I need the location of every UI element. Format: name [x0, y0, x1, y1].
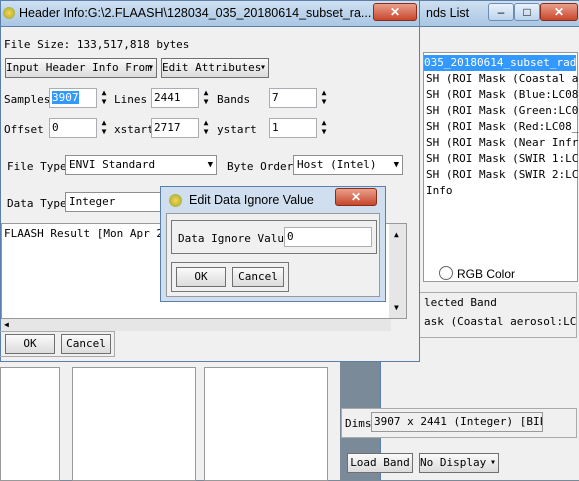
band-list-item[interactable]: SH (ROI Mask (Coastal a — [426, 71, 578, 87]
offset-label: Offset — [4, 123, 44, 136]
close-button[interactable]: ✕ — [540, 3, 578, 21]
ignore-value-label: Data Ignore Value — [178, 232, 291, 245]
file-size-label: File Size: 133,517,818 bytes — [4, 38, 190, 51]
dialog-button-row: OK Cancel — [171, 262, 289, 292]
xstart-spinner[interactable]: ▲ ▼ — [199, 118, 213, 138]
selected-band-value: ask (Coastal aerosol:LC — [424, 315, 577, 328]
header-info-titlebar[interactable]: Header Info:G:\2.FLAASH\128034_035_20180… — [0, 0, 420, 27]
dims-label: Dims — [345, 417, 372, 430]
selected-band-group: lected Band ask (Coastal aerosol:LC — [407, 292, 577, 338]
background-pane — [204, 367, 328, 481]
dims-value: 3907 x 2441 (Integer) [BIL] — [371, 412, 543, 432]
lines-label: Lines — [114, 93, 148, 106]
band-list-item[interactable]: SH (ROI Mask (Green:LC0 — [426, 103, 578, 119]
rgb-color-label: RGB Color — [457, 267, 516, 281]
band-list-item[interactable]: SH (ROI Mask (SWIR 2:LC — [426, 167, 578, 183]
header-info-title: Header Info:G:\2.FLAASH\128034_035_20180… — [19, 6, 372, 20]
dialog-ok-button[interactable]: OK — [176, 267, 226, 287]
offset-spinner[interactable]: ▲ ▼ — [97, 118, 111, 138]
file-type-label: File Type — [7, 160, 67, 173]
bands-field[interactable]: 7 — [269, 88, 317, 108]
band-list-item[interactable]: SH (ROI Mask (SWIR 1:LC — [426, 151, 578, 167]
ystart-spinner[interactable]: ▲ ▼ — [317, 118, 331, 138]
close-button[interactable]: ✕ — [335, 188, 377, 206]
minimize-button[interactable]: – — [488, 3, 514, 21]
chevron-down-icon: ▼ — [207, 160, 213, 170]
samples-label: Samples — [4, 93, 51, 106]
ignore-value-input[interactable]: 0 — [284, 227, 372, 247]
bands-label: Bands — [217, 93, 251, 106]
scroll-left-icon[interactable]: ◀ — [4, 319, 9, 331]
xstart-label: xstart — [114, 123, 154, 136]
data-type-label: Data Type — [7, 197, 67, 210]
input-header-info-button[interactable]: Input Header Info From — [5, 58, 157, 78]
chevron-down-icon: ▼ — [393, 160, 399, 170]
maximize-button[interactable]: □ — [514, 3, 540, 21]
no-display-button[interactable]: No Display — [419, 453, 499, 473]
band-list-item[interactable]: SH (ROI Mask (Red:LC08_ — [426, 119, 578, 135]
lines-spinner[interactable]: ▲ ▼ — [199, 88, 213, 108]
band-list-item[interactable]: Info — [426, 183, 453, 199]
selected-band-label: lected Band — [424, 296, 497, 309]
ignore-value-group: Data Ignore Value 0 — [171, 220, 377, 254]
dialog-titlebar[interactable]: Edit Data Ignore Value ✕ — [161, 187, 385, 213]
band-list-item[interactable]: SH (ROI Mask (Near Infr — [426, 135, 578, 151]
byte-order-label: Byte Order — [227, 160, 294, 173]
cancel-button[interactable]: Cancel — [61, 334, 111, 354]
background-pane — [72, 367, 196, 481]
load-band-button[interactable]: Load Band — [347, 453, 413, 473]
samples-field[interactable]: 3907 — [49, 88, 97, 108]
ystart-label: ystart — [217, 123, 257, 136]
file-type-select[interactable]: ENVI Standard ▼ — [65, 155, 217, 175]
samples-spinner[interactable]: ▲ ▼ — [97, 88, 111, 108]
bands-spinner[interactable]: ▲ ▼ — [317, 88, 331, 108]
scroll-down-icon[interactable]: ▼ — [394, 303, 399, 312]
background-window-area — [0, 360, 340, 481]
band-list-item[interactable]: 035_20180614_subset_rad — [424, 55, 577, 71]
xstart-field[interactable]: 2717 — [151, 118, 199, 138]
close-button[interactable]: ✕ — [373, 3, 417, 21]
dialog-body: Data Ignore Value 0 OK Cancel — [166, 213, 380, 297]
ystart-field[interactable]: 1 — [269, 118, 317, 138]
byte-order-select[interactable]: Host (Intel) ▼ — [293, 155, 403, 175]
horizontal-scrollbar[interactable]: ◀ — [1, 319, 391, 331]
data-type-select[interactable]: Integer — [65, 192, 165, 212]
band-list-item[interactable]: SH (ROI Mask (Blue:LC08 — [426, 87, 578, 103]
offset-field[interactable]: 0 — [49, 118, 97, 138]
dialog-title: Edit Data Ignore Value — [189, 193, 314, 207]
ok-button[interactable]: OK — [5, 334, 55, 354]
rgb-color-radio[interactable] — [439, 266, 453, 280]
background-pane — [0, 367, 60, 481]
bands-list-title: nds List — [426, 6, 470, 20]
edit-data-ignore-dialog: Edit Data Ignore Value ✕ Data Ignore Val… — [160, 186, 386, 302]
dialog-cancel-button[interactable]: Cancel — [232, 267, 284, 287]
lines-field[interactable]: 2441 — [151, 88, 199, 108]
app-icon — [3, 7, 15, 19]
scroll-up-icon[interactable]: ▲ — [394, 230, 399, 239]
app-icon — [169, 194, 182, 207]
header-info-window: Header Info:G:\2.FLAASH\128034_035_20180… — [0, 0, 420, 362]
edit-attributes-button[interactable]: Edit Attributes — [161, 58, 269, 78]
band-list[interactable]: 035_20180614_subset_rad SH (ROI Mask (Co… — [423, 52, 578, 282]
